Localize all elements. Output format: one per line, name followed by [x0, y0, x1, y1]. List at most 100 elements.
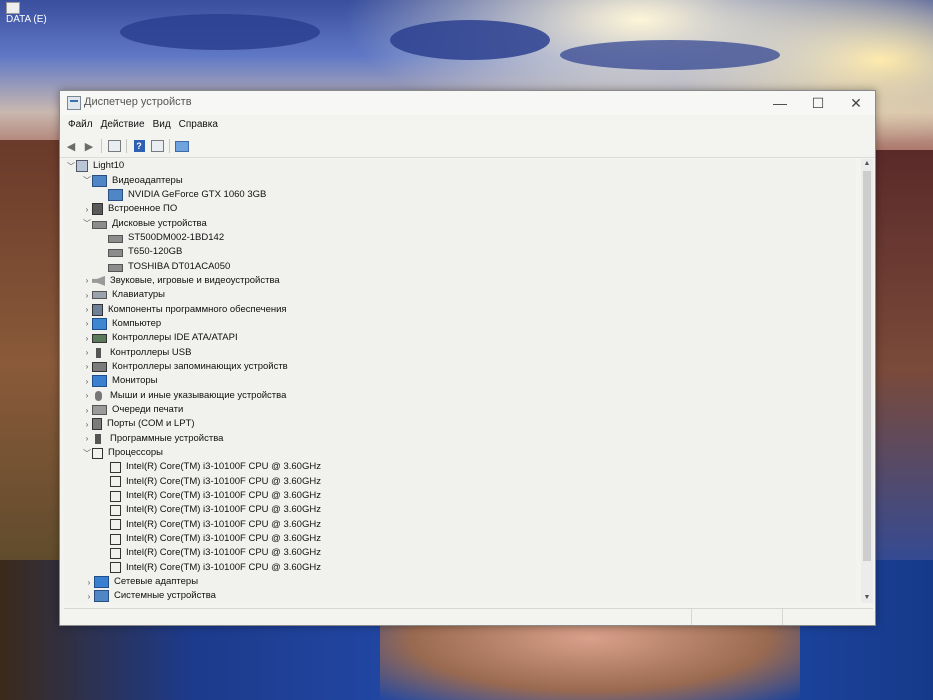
device-manager-window: Диспетчер устройств — ☐ ✕ Файл Действие … — [59, 90, 876, 626]
category-label: Компьютер — [112, 317, 162, 329]
chevron-right-icon[interactable]: › — [82, 334, 92, 343]
scroll-up-icon[interactable]: ▲ — [861, 159, 873, 169]
status-segment — [64, 609, 692, 625]
chevron-right-icon[interactable]: › — [84, 592, 94, 601]
status-bar — [64, 608, 873, 625]
category-ports[interactable]: › Порты (COM и LPT) — [64, 417, 856, 431]
category-print-queues[interactable]: › Очереди печати — [64, 403, 856, 417]
chevron-right-icon[interactable]: › — [82, 319, 92, 328]
desktop-drive-shortcut[interactable]: DATA (E) — [6, 2, 66, 25]
chevron-down-icon[interactable]: ﹀ — [82, 448, 92, 459]
category-ide-controllers[interactable]: › Контроллеры IDE ATA/ATAPI — [64, 331, 856, 345]
keyboard-icon — [92, 291, 107, 300]
category-storage-controllers[interactable]: › Контроллеры запоминающих устройств — [64, 360, 856, 374]
processor-icon — [92, 447, 103, 459]
category-software-devices[interactable]: › Программные устройства — [64, 432, 856, 446]
show-hidden-button[interactable] — [150, 139, 164, 153]
chevron-right-icon[interactable]: › — [84, 578, 94, 587]
printer-icon — [92, 405, 107, 416]
category-label: Контроллеры USB — [110, 346, 192, 358]
title-bar[interactable]: Диспетчер устройств — ☐ ✕ — [60, 91, 875, 115]
chevron-right-icon[interactable]: › — [82, 406, 92, 415]
chevron-right-icon[interactable]: › — [82, 362, 92, 371]
menu-help[interactable]: Справка — [175, 115, 222, 135]
chevron-right-icon[interactable]: › — [82, 276, 92, 285]
category-mice[interactable]: › Мыши и иные указывающие устройства — [64, 389, 856, 403]
scrollbar-thumb[interactable] — [863, 171, 871, 561]
status-segment — [783, 609, 873, 625]
category-network-adapters[interactable]: › Сетевые адаптеры — [64, 575, 856, 589]
chevron-down-icon[interactable]: ﹀ — [82, 175, 92, 186]
category-system-devices[interactable]: › Системные устройства — [64, 589, 856, 603]
properties-button[interactable] — [107, 139, 121, 153]
close-button[interactable]: ✕ — [837, 91, 875, 115]
firmware-icon — [92, 203, 103, 216]
device-item[interactable]: Intel(R) Core(TM) i3-10100F CPU @ 3.60GH… — [64, 460, 856, 474]
category-display-adapters[interactable]: ﹀ Видеоадаптеры — [64, 173, 856, 187]
chevron-right-icon[interactable]: › — [82, 434, 92, 443]
category-computer[interactable]: › Компьютер — [64, 317, 856, 331]
device-item[interactable]: NVIDIA GeForce GTX 1060 3GB — [64, 188, 856, 202]
category-keyboards[interactable]: › Клавиатуры — [64, 288, 856, 302]
device-item[interactable]: Intel(R) Core(TM) i3-10100F CPU @ 3.60GH… — [64, 532, 856, 546]
minimize-button[interactable]: — — [761, 91, 799, 115]
desktop-cloud — [120, 14, 320, 50]
menu-action[interactable]: Действие — [97, 115, 149, 135]
device-label: Intel(R) Core(TM) i3-10100F CPU @ 3.60GH… — [126, 475, 321, 487]
device-item[interactable]: ST500DM002-1BD142 — [64, 231, 856, 245]
toolbar-separator — [126, 139, 127, 153]
usb-icon — [96, 347, 101, 358]
tree-root[interactable]: ﹀ Light10 — [64, 159, 856, 173]
device-item[interactable]: Intel(R) Core(TM) i3-10100F CPU @ 3.60GH… — [64, 546, 856, 560]
category-disk-drives[interactable]: ﹀ Дисковые устройства — [64, 216, 856, 230]
chevron-right-icon[interactable]: › — [82, 391, 92, 400]
category-software-components[interactable]: › Компоненты программного обеспечения — [64, 302, 856, 316]
forward-arrow-icon[interactable]: ▶ — [82, 139, 96, 153]
device-item[interactable]: TOSHIBA DT01ACA050 — [64, 259, 856, 273]
category-monitors[interactable]: › Мониторы — [64, 374, 856, 388]
maximize-button[interactable]: ☐ — [799, 91, 837, 115]
processor-icon — [110, 476, 121, 488]
chevron-right-icon[interactable]: › — [82, 420, 92, 429]
chevron-down-icon[interactable]: ﹀ — [66, 161, 76, 172]
category-label: Мыши и иные указывающие устройства — [110, 389, 287, 401]
category-usb-controllers[interactable]: › Контроллеры USB — [64, 345, 856, 359]
device-item[interactable]: Intel(R) Core(TM) i3-10100F CPU @ 3.60GH… — [64, 489, 856, 503]
chevron-down-icon[interactable]: ﹀ — [82, 218, 92, 229]
system-device-icon — [94, 590, 109, 603]
device-item[interactable]: T650-120GB — [64, 245, 856, 259]
port-icon — [92, 418, 102, 431]
device-label: Intel(R) Core(TM) i3-10100F CPU @ 3.60GH… — [126, 504, 321, 516]
display-adapter-icon — [108, 188, 123, 201]
category-label: Процессоры — [108, 447, 164, 459]
device-label: T650-120GB — [128, 246, 183, 258]
window-title: Диспетчер устройств — [84, 96, 192, 108]
processor-icon — [110, 562, 121, 574]
computer-root-icon — [76, 160, 88, 173]
device-label: NVIDIA GeForce GTX 1060 3GB — [128, 188, 267, 200]
chevron-right-icon[interactable]: › — [82, 205, 92, 214]
scroll-down-icon[interactable]: ▼ — [861, 593, 873, 603]
chevron-right-icon[interactable]: › — [82, 348, 92, 357]
category-sound[interactable]: › Звуковые, игровые и видеоустройства — [64, 274, 856, 288]
processor-icon — [110, 519, 121, 531]
menu-file[interactable]: Файл — [64, 115, 97, 135]
device-item[interactable]: Intel(R) Core(TM) i3-10100F CPU @ 3.60GH… — [64, 561, 856, 575]
category-label: Сетевые адаптеры — [114, 576, 199, 588]
menu-view[interactable]: Вид — [149, 115, 175, 135]
chevron-right-icon[interactable]: › — [82, 291, 92, 300]
device-item[interactable]: Intel(R) Core(TM) i3-10100F CPU @ 3.60GH… — [64, 475, 856, 489]
computer-icon — [92, 317, 107, 330]
scan-hardware-button[interactable] — [175, 139, 189, 153]
software-component-icon — [92, 303, 103, 316]
device-item[interactable]: Intel(R) Core(TM) i3-10100F CPU @ 3.60GH… — [64, 503, 856, 517]
chevron-right-icon[interactable]: › — [82, 377, 92, 386]
back-arrow-icon[interactable]: ◀ — [64, 139, 78, 153]
help-button[interactable]: ? — [132, 139, 146, 153]
processor-icon — [110, 490, 121, 502]
vertical-scrollbar[interactable]: ▲ ▼ — [861, 159, 873, 603]
category-firmware[interactable]: › Встроенное ПО — [64, 202, 856, 216]
device-item[interactable]: Intel(R) Core(TM) i3-10100F CPU @ 3.60GH… — [64, 518, 856, 532]
chevron-right-icon[interactable]: › — [82, 305, 92, 314]
category-processors[interactable]: ﹀ Процессоры — [64, 446, 856, 460]
